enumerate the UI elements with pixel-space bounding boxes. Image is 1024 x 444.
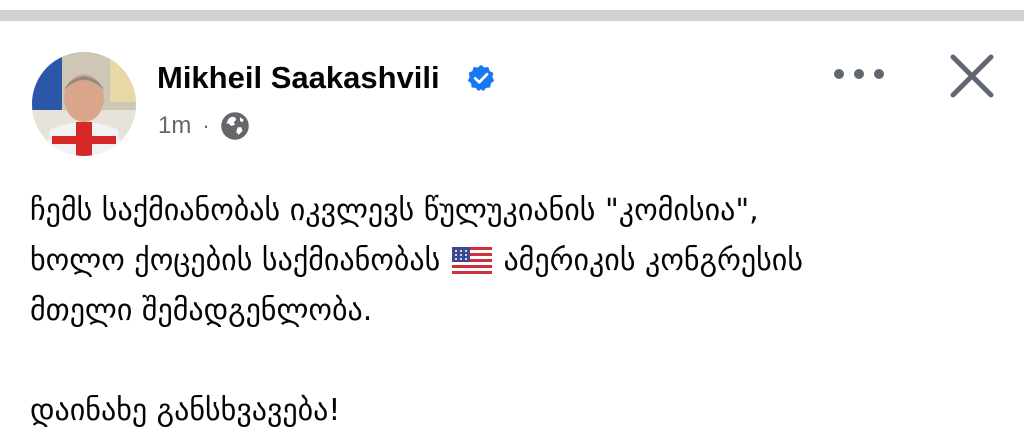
post-line: დაინახე განსხვავება! bbox=[30, 393, 341, 428]
post-line: ჩემს საქმიანობას იკვლევს წულუკიანის "კომ… bbox=[30, 193, 759, 228]
profile-photo-icon bbox=[32, 52, 136, 156]
avatar[interactable] bbox=[32, 52, 136, 156]
author-name[interactable]: Mikheil Saakashvili bbox=[157, 58, 440, 98]
us-flag-icon bbox=[451, 247, 492, 274]
close-icon bbox=[950, 54, 994, 98]
post-text-segment: ხოლო ქოცების საქმიანობას bbox=[30, 243, 441, 278]
verified-badge-icon bbox=[467, 64, 495, 92]
post-body: ჩემს საქმიანობას იკვლევს წულუკიანის "კომ… bbox=[30, 186, 1005, 436]
post-paragraph: დაინახე განსხვავება! bbox=[30, 386, 1005, 436]
post-timestamp[interactable]: 1m bbox=[158, 112, 191, 140]
post-line-with-flag: ხოლო ქოცების საქმიანობას ამერიკის კონგრე… bbox=[30, 236, 1005, 286]
post-text-segment: ამერიკის კონგრესის bbox=[503, 243, 804, 278]
post-line: მთელი შემადგენლობა. bbox=[30, 293, 373, 328]
post-meta: 1m · bbox=[158, 110, 250, 142]
globe-icon[interactable] bbox=[220, 111, 250, 141]
top-divider-bar bbox=[0, 10, 1024, 21]
close-button[interactable] bbox=[940, 44, 1004, 108]
more-options-button[interactable] bbox=[830, 55, 888, 93]
more-horizontal-icon bbox=[834, 69, 884, 79]
post-paragraph: ჩემს საქმიანობას იკვლევს წულუკიანის "კომ… bbox=[30, 186, 1005, 336]
meta-separator: · bbox=[202, 113, 210, 138]
